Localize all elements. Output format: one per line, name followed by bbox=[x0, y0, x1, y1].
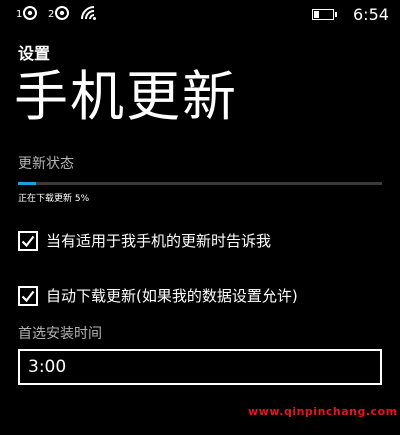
watermark: www.qinpinchang.com bbox=[248, 405, 398, 418]
progress-text: 正在下载更新 5% bbox=[18, 194, 90, 204]
update-status-label: 更新状态 bbox=[18, 156, 74, 172]
status-icons: 1 2 bbox=[16, 5, 98, 21]
status-time: 6:54 bbox=[353, 5, 389, 24]
option-label: 自动下载更新(如果我的数据设置允许) bbox=[46, 287, 298, 305]
option-label: 当有适用于我手机的更新时告诉我 bbox=[46, 232, 272, 250]
option-auto-download[interactable]: 自动下载更新(如果我的数据设置允许) bbox=[18, 285, 298, 306]
svg-text:2: 2 bbox=[48, 9, 54, 20]
checkbox-notify-updates[interactable] bbox=[18, 230, 38, 251]
page-title: 手机更新 bbox=[14, 65, 238, 128]
section-title: 设置 bbox=[18, 44, 51, 63]
status-bar: 1 2 6:54 bbox=[0, 0, 400, 28]
progress-bar-fill bbox=[18, 182, 37, 185]
wifi-icon bbox=[80, 5, 98, 21]
install-time-label: 首选安装时间 bbox=[18, 326, 102, 342]
checkmark-icon bbox=[21, 290, 35, 302]
checkbox-auto-download[interactable] bbox=[18, 285, 38, 306]
option-notify-updates[interactable]: 当有适用于我手机的更新时告诉我 bbox=[18, 230, 271, 251]
install-time-picker[interactable]: 3:00 bbox=[18, 349, 382, 385]
signal-icon: 2 bbox=[48, 5, 70, 21]
svg-text:1: 1 bbox=[16, 9, 22, 20]
progress-bar bbox=[18, 182, 382, 185]
battery-icon bbox=[312, 9, 337, 20]
signal-icon: 1 bbox=[16, 5, 38, 21]
battery-level bbox=[314, 11, 319, 18]
checkmark-icon bbox=[21, 235, 35, 247]
install-time-value: 3:00 bbox=[28, 357, 67, 377]
